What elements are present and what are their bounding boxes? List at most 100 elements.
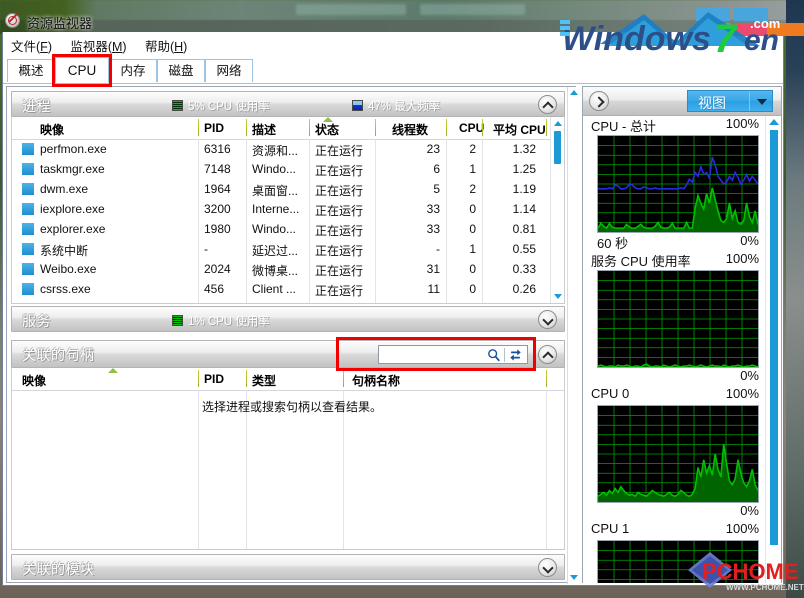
cell-desc: 微博桌...	[252, 264, 299, 278]
handle-search-box[interactable]	[378, 345, 528, 364]
handle-col-name[interactable]: 句柄名称	[352, 372, 400, 389]
cell-status: 正在运行	[315, 264, 364, 278]
handle-col-type[interactable]: 类型	[252, 372, 276, 389]
expand-arrow-icon[interactable]	[589, 91, 609, 111]
chevron-down-icon[interactable]	[757, 99, 767, 105]
services-collapse-chevron-down-icon[interactable]	[538, 310, 557, 329]
col-desc[interactable]: 描述	[252, 121, 276, 138]
cell-cpu: 0	[469, 202, 476, 216]
content-area: 进程 5% CPU 使用率 47% 最大频率 映像 PID 描述 状态 线程数 …	[6, 86, 782, 584]
processes-collapse-chevron-up-icon[interactable]	[538, 95, 557, 114]
tab-network[interactable]: 网络	[205, 59, 253, 82]
process-icon	[22, 203, 34, 215]
cell-pid: 1980	[204, 222, 231, 236]
cell-status: 正在运行	[315, 164, 364, 178]
cell-desc: Windo...	[252, 162, 297, 176]
processes-freq-value: 47% 最大频率	[368, 101, 441, 113]
tab-cpu[interactable]: CPU	[55, 57, 109, 83]
tab-strip: 概述 CPU 内存 磁盘 网络	[3, 54, 783, 87]
table-row[interactable]: dwm.exe 1964 桌面窗... 正在运行 5 2 1.19	[12, 179, 552, 199]
processes-scrollbar[interactable]	[550, 117, 564, 303]
cell-cpu: 1	[469, 242, 476, 256]
process-icon	[22, 223, 34, 235]
table-row[interactable]: perfmon.exe 6316 资源和... 正在运行 23 2 1.32	[12, 139, 552, 159]
cell-pid: -	[204, 242, 208, 256]
modules-header[interactable]: 关联的模块	[11, 554, 565, 580]
processes-cpu-value: 5% CPU 使用率	[188, 101, 270, 113]
cell-status: 正在运行	[315, 144, 364, 158]
left-pane: 进程 5% CPU 使用率 47% 最大频率 映像 PID 描述 状态 线程数 …	[6, 86, 580, 584]
graph-canvas	[597, 135, 759, 233]
scroll-thumb[interactable]	[554, 131, 561, 164]
green-swatch-icon	[172, 100, 183, 111]
graph-time-label: 60 秒	[597, 236, 629, 251]
col-avg-cpu[interactable]: 平均 CPU	[493, 121, 546, 138]
cell-avg-cpu: 1.32	[512, 142, 536, 156]
graph-canvas	[597, 540, 759, 583]
table-row[interactable]: csrss.exe 456 Client ... 正在运行 11 0 0.26	[12, 279, 552, 299]
left-scroll-up-icon[interactable]	[570, 90, 578, 95]
cell-status: 正在运行	[315, 224, 364, 238]
modules-section: 关联的模块	[11, 554, 565, 580]
services-header[interactable]: 服务 1% CPU 使用率	[11, 306, 565, 332]
tab-disk[interactable]: 磁盘	[157, 59, 205, 82]
right-pane-header: 视图	[583, 87, 781, 116]
right-scroll-up-icon[interactable]	[769, 119, 779, 125]
table-row[interactable]: explorer.exe 1980 Windo... 正在运行 33 0 0.81	[12, 219, 552, 239]
left-pane-scrollbar[interactable]	[567, 87, 580, 584]
left-scroll-down-icon[interactable]	[570, 575, 578, 580]
menu-monitor[interactable]: 监视器(M)	[70, 36, 135, 55]
cell-image: iexplore.exe	[40, 202, 105, 216]
graph-title: CPU - 总计	[591, 119, 657, 134]
right-pane-scrollbar[interactable]	[765, 116, 781, 583]
col-threads[interactable]: 线程数	[392, 121, 428, 138]
menu-file[interactable]: 文件(F)	[11, 36, 61, 55]
handles-header[interactable]: 关联的句柄	[11, 337, 565, 371]
right-pane: 视图 CPU - 总计 100% 60 秒 0% 服务 CPU 使用率 100% 0% CPU…	[582, 86, 782, 583]
col-cpu[interactable]: CPU	[459, 121, 484, 135]
scroll-up-arrow-icon[interactable]	[554, 121, 562, 126]
tab-memory[interactable]: 内存	[109, 59, 157, 82]
search-input[interactable]	[381, 347, 497, 364]
cell-image: 系统中断	[40, 244, 89, 258]
tab-overview[interactable]: 概述	[7, 59, 55, 82]
graph-title: 服务 CPU 使用率	[591, 254, 691, 269]
green-swatch-icon	[172, 315, 183, 326]
cell-image: explorer.exe	[40, 222, 106, 236]
graph-title: CPU 1	[591, 521, 630, 536]
modules-title: 关联的模块	[22, 561, 95, 577]
table-row[interactable]: 系统中断 - 延迟过... 正在运行 -1 0.55	[12, 239, 552, 259]
graph-min-label: 0%	[740, 368, 759, 383]
col-image[interactable]: 映像	[40, 121, 64, 138]
blue-swatch-icon	[352, 100, 363, 111]
view-button-label: 视图	[698, 95, 726, 111]
cell-pid: 7148	[204, 162, 231, 176]
handle-col-image[interactable]: 映像	[22, 372, 46, 389]
refresh-arrows-icon[interactable]	[508, 348, 523, 362]
scroll-down-arrow-icon[interactable]	[554, 294, 562, 299]
graph-title: CPU 0	[591, 386, 630, 401]
graph-panel: 服务 CPU 使用率 100% 0%	[583, 251, 767, 386]
table-row[interactable]: taskmgr.exe 7148 Windo... 正在运行 6 1 1.25	[12, 159, 552, 179]
graph-panel: CPU 0 100% 0%	[583, 386, 767, 521]
menu-help[interactable]: 帮助(H)	[145, 36, 196, 55]
col-pid[interactable]: PID	[204, 121, 224, 135]
cell-desc: 资源和...	[252, 144, 299, 158]
modules-collapse-chevron-down-icon[interactable]	[538, 558, 557, 577]
view-button[interactable]: 视图	[687, 90, 773, 112]
handles-collapse-chevron-up-icon[interactable]	[538, 345, 557, 364]
cell-desc: 延迟过...	[252, 244, 299, 258]
col-status[interactable]: 状态	[315, 121, 339, 138]
search-icon[interactable]	[487, 348, 501, 362]
process-icon	[22, 283, 34, 295]
table-row[interactable]: Weibo.exe 2024 微博桌... 正在运行 31 0 0.33	[12, 259, 552, 279]
handle-col-pid[interactable]: PID	[204, 372, 224, 386]
right-scroll-thumb[interactable]	[770, 130, 778, 545]
graph-min-label: 0%	[740, 503, 759, 518]
processes-title: 进程	[22, 98, 51, 114]
cell-image: taskmgr.exe	[40, 162, 105, 176]
process-icon	[22, 263, 34, 275]
cell-avg-cpu: 0.55	[512, 242, 536, 256]
processes-header[interactable]: 进程 5% CPU 使用率 47% 最大频率	[11, 91, 565, 117]
table-row[interactable]: iexplore.exe 3200 Interne... 正在运行 33 0 1.14	[12, 199, 552, 219]
